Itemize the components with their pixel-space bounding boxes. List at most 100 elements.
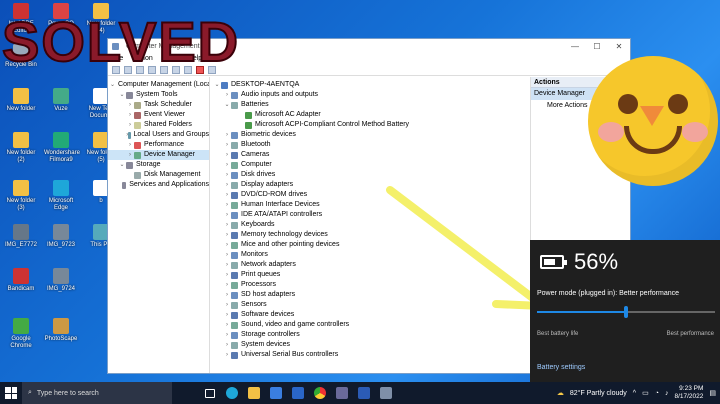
- tree-item[interactable]: ⌄ System Tools: [108, 90, 209, 100]
- expand-icon[interactable]: ›: [126, 150, 134, 160]
- slider-thumb[interactable]: [624, 306, 628, 318]
- expand-icon[interactable]: ›: [223, 170, 231, 180]
- expand-icon[interactable]: ›: [223, 350, 231, 360]
- tree-item[interactable]: Services and Applications: [108, 180, 209, 190]
- expand-icon[interactable]: ›: [126, 120, 134, 130]
- expand-icon[interactable]: ›: [126, 140, 134, 150]
- device-category[interactable]: › Universal Serial Bus controllers: [213, 350, 529, 360]
- management-taskbar-button[interactable]: [376, 382, 396, 404]
- tree-item[interactable]: › Task Scheduler: [108, 100, 209, 110]
- desktop-icon[interactable]: IMG_9724: [44, 268, 78, 293]
- chrome-icon: [314, 387, 326, 399]
- taskbar-search[interactable]: ⌕ Type here to search: [22, 382, 172, 404]
- battery-tray-icon[interactable]: ▭: [642, 389, 649, 397]
- device-category[interactable]: › Computer: [213, 160, 529, 170]
- expand-icon[interactable]: ›: [223, 330, 231, 340]
- tree-item[interactable]: › Local Users and Groups: [108, 130, 209, 140]
- tree-item[interactable]: › Shared Folders: [108, 120, 209, 130]
- expand-icon[interactable]: ›: [223, 340, 231, 350]
- device-category[interactable]: › Sound, video and game controllers: [213, 320, 529, 330]
- desktop-icon[interactable]: Vuze: [44, 88, 78, 113]
- desktop-icon[interactable]: IMG_E7772: [4, 224, 38, 249]
- device-category[interactable]: › Storage controllers: [213, 330, 529, 340]
- desktop-icon-label: New folder (2): [6, 150, 36, 163]
- desktop-icon-image: [53, 318, 69, 334]
- desktop-icon[interactable]: Wondershare Filmora9: [44, 132, 80, 164]
- expand-icon[interactable]: ›: [223, 250, 231, 260]
- chevron-up-icon[interactable]: ^: [633, 390, 636, 397]
- expand-icon[interactable]: ›: [223, 310, 231, 320]
- desktop-icon[interactable]: New folder: [4, 88, 38, 113]
- power-mode-slider[interactable]: [537, 306, 715, 318]
- expand-icon[interactable]: ›: [223, 90, 231, 100]
- chrome-taskbar-button[interactable]: [310, 382, 330, 404]
- expand-icon[interactable]: ›: [223, 180, 231, 190]
- device-category[interactable]: › Biometric devices: [213, 130, 529, 140]
- desktop-icon[interactable]: PhotoScape: [44, 318, 78, 343]
- expand-icon[interactable]: ›: [223, 280, 231, 290]
- desktop-icon[interactable]: Google Chrome: [4, 318, 38, 350]
- expand-icon[interactable]: ⌄: [110, 80, 115, 90]
- expand-icon[interactable]: ›: [223, 140, 231, 150]
- device-category[interactable]: › Disk drives: [213, 170, 529, 180]
- tree-item[interactable]: › Device Manager: [108, 150, 209, 160]
- app-taskbar-button[interactable]: [332, 382, 352, 404]
- expand-icon[interactable]: ›: [223, 230, 231, 240]
- start-button[interactable]: [0, 382, 22, 404]
- expand-icon[interactable]: ›: [223, 160, 231, 170]
- desktop-icon[interactable]: Microsoft Edge: [44, 180, 78, 212]
- expand-icon[interactable]: ›: [223, 270, 231, 280]
- tree-item-label: System Tools: [136, 91, 178, 98]
- clock[interactable]: 9:23 PM 8/17/2022: [674, 385, 703, 401]
- tree-item[interactable]: ⌄ Computer Management (Local: [108, 80, 209, 90]
- notifications-icon[interactable]: ▤: [709, 389, 716, 397]
- expand-icon[interactable]: ›: [223, 200, 231, 210]
- word-taskbar-button[interactable]: [354, 382, 374, 404]
- store-taskbar-button[interactable]: [266, 382, 286, 404]
- device-category[interactable]: › Cameras: [213, 150, 529, 160]
- expand-icon[interactable]: ⌄: [118, 90, 126, 100]
- volume-icon[interactable]: ♪: [665, 390, 669, 397]
- device-category[interactable]: › System devices: [213, 340, 529, 350]
- expand-icon[interactable]: ›: [223, 210, 231, 220]
- device-root[interactable]: ⌄ DESKTOP-4AENTQA: [213, 80, 529, 90]
- device-category[interactable]: Microsoft ACPI-Compliant Control Method …: [213, 120, 529, 130]
- task-view-button[interactable]: [200, 382, 220, 404]
- battery-settings-link[interactable]: Battery settings: [537, 364, 585, 371]
- desktop-icon[interactable]: IMG_9723: [44, 224, 78, 249]
- expand-icon[interactable]: ›: [223, 190, 231, 200]
- expand-icon[interactable]: ›: [126, 100, 134, 110]
- edge-taskbar-button[interactable]: [222, 382, 242, 404]
- device-category[interactable]: Microsoft AC Adapter: [213, 110, 529, 120]
- device-category[interactable]: › Bluetooth: [213, 140, 529, 150]
- tree-item[interactable]: Disk Management: [108, 170, 209, 180]
- weather-text[interactable]: 82°F Partly cloudy: [570, 390, 627, 397]
- tree-item[interactable]: ⌄ Storage: [108, 160, 209, 170]
- tree-item[interactable]: › Performance: [108, 140, 209, 150]
- expand-icon[interactable]: ›: [223, 320, 231, 330]
- expand-icon[interactable]: ›: [223, 240, 231, 250]
- device-category[interactable]: ⌄ Batteries: [213, 100, 529, 110]
- expand-icon[interactable]: ›: [223, 130, 231, 140]
- mail-taskbar-button[interactable]: [288, 382, 308, 404]
- desktop-icon[interactable]: Bandicam: [4, 268, 38, 293]
- network-icon[interactable]: ◔: [655, 390, 659, 397]
- desktop-icon[interactable]: New folder (2): [4, 132, 38, 164]
- expand-icon[interactable]: ›: [223, 300, 231, 310]
- maximize-icon[interactable]: ☐: [586, 42, 608, 51]
- expand-icon[interactable]: ›: [223, 220, 231, 230]
- close-icon[interactable]: ✕: [608, 42, 630, 51]
- minimize-icon[interactable]: —: [564, 42, 586, 51]
- expand-icon[interactable]: ›: [223, 290, 231, 300]
- expand-icon[interactable]: ⌄: [223, 100, 231, 110]
- expand-icon[interactable]: ›: [126, 110, 134, 120]
- expand-icon[interactable]: ⌄: [118, 160, 126, 170]
- explorer-taskbar-button[interactable]: [244, 382, 264, 404]
- tree-item[interactable]: › Event Viewer: [108, 110, 209, 120]
- device-label: SD host adapters: [241, 291, 296, 298]
- expand-icon[interactable]: ›: [223, 150, 231, 160]
- collapse-icon[interactable]: ⌄: [213, 80, 221, 90]
- desktop-icon[interactable]: New folder (3): [4, 180, 38, 212]
- expand-icon[interactable]: ›: [223, 260, 231, 270]
- device-category[interactable]: › Audio inputs and outputs: [213, 90, 529, 100]
